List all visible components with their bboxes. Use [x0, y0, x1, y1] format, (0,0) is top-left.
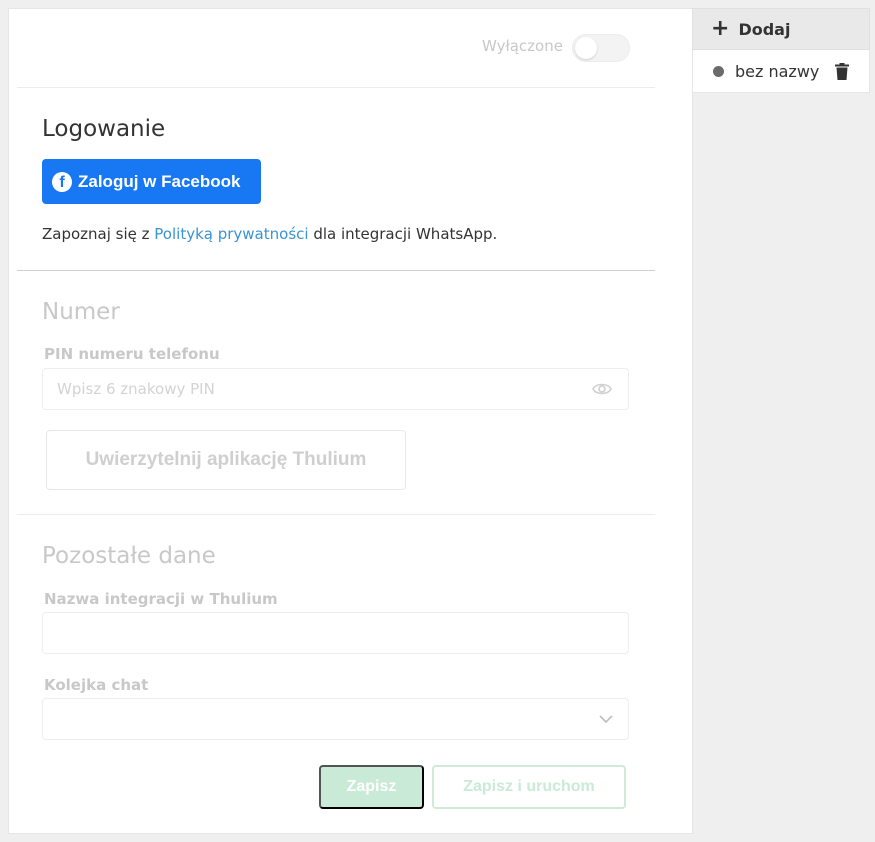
status-toggle-label: Wyłączone [482, 37, 563, 55]
divider [17, 87, 655, 88]
privacy-prefix: Zapoznaj się z [42, 225, 155, 243]
add-integration-button[interactable]: + Dodaj [692, 8, 870, 50]
facebook-login-button[interactable]: f Zaloguj w Facebook [42, 159, 261, 204]
integrations-sidebar: + Dodaj bez nazwy [692, 8, 870, 93]
other-data-section-title: Pozostałe dane [42, 543, 216, 569]
sidebar-item[interactable]: bez nazwy [692, 50, 870, 93]
divider [17, 270, 655, 271]
save-button[interactable]: Zapisz [319, 765, 424, 809]
facebook-icon: f [52, 171, 72, 192]
privacy-suffix: dla integracji WhatsApp. [308, 225, 498, 243]
chevron-down-icon [599, 715, 613, 724]
sidebar-item-label: bez nazwy [735, 61, 820, 81]
status-toggle-row: Wyłączone [9, 9, 692, 87]
status-dot-icon [713, 65, 724, 77]
authenticate-app-button[interactable]: Uwierzytelnij aplikację Thulium [46, 430, 406, 490]
queue-select[interactable] [42, 698, 629, 740]
save-and-run-button[interactable]: Zapisz i uruchom [432, 765, 626, 809]
privacy-policy-link[interactable]: Polityką prywatności [154, 225, 308, 243]
facebook-login-label: Zaloguj w Facebook [78, 171, 241, 191]
login-section-title: Logowanie [42, 116, 166, 142]
plus-icon: + [711, 16, 730, 41]
add-integration-label: Dodaj [738, 19, 791, 39]
integration-form-panel: Wyłączone Logowanie f Zaloguj w Facebook… [8, 8, 693, 834]
status-toggle-knob [575, 37, 597, 59]
pin-input-placeholder: Wpisz 6 znakowy PIN [57, 380, 215, 398]
trash-icon[interactable] [835, 62, 850, 80]
pin-input[interactable]: Wpisz 6 znakowy PIN [42, 368, 629, 410]
pin-label: PIN numeru telefonu [44, 345, 220, 363]
divider [17, 514, 655, 515]
integration-name-input[interactable] [42, 612, 629, 654]
queue-label: Kolejka chat [44, 676, 149, 694]
eye-icon[interactable] [592, 381, 612, 397]
privacy-notice: Zapoznaj się z Polityką prywatności dla … [42, 225, 497, 243]
integration-name-label: Nazwa integracji w Thulium [44, 590, 278, 608]
status-toggle[interactable] [572, 34, 630, 62]
number-section-title: Numer [42, 299, 120, 325]
